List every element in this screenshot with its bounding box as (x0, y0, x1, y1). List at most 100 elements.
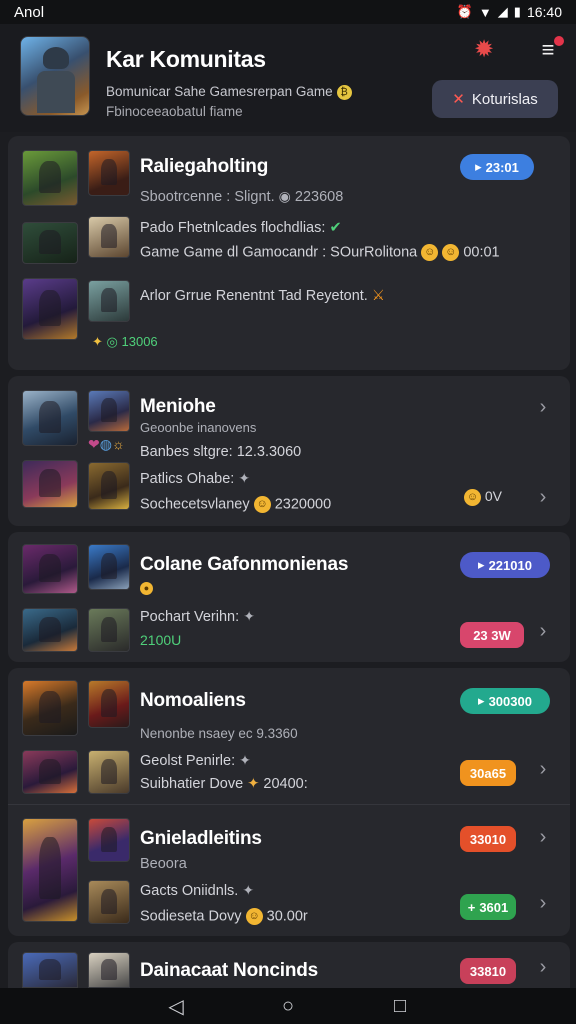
group-line: Geolst Penirle: ✦ (140, 752, 251, 769)
group-card-5[interactable]: Dainacaat Noncinds 33810 › (8, 942, 570, 988)
carrier-label: Anol (14, 3, 45, 21)
header-subtitle: Bomunicar Sahe Gamesrerpan Game ₿ (106, 84, 352, 100)
group-card-4[interactable]: Nomoaliens ▸ 300300 Nenonbe nsaey ec 9.33… (8, 668, 570, 936)
group-line: Pochart Verihn: ✦ (140, 608, 255, 625)
status-pill: 33010 (460, 826, 516, 852)
game-thumbnail (22, 390, 78, 446)
chevron-right-icon[interactable]: › (536, 758, 550, 781)
crossed-swords-icon: ✕ (452, 91, 465, 108)
play-icon: ▸ (478, 693, 485, 708)
status-pill: 23 3W (460, 622, 524, 648)
status-pill: +3601 (460, 894, 516, 920)
game-thumbnail (88, 150, 130, 196)
group-line: Geoonbe inanovens (140, 420, 257, 435)
divider (8, 804, 570, 805)
status-pill-label: 3601 (479, 899, 509, 915)
signal-icon: ◢ (497, 4, 508, 19)
swords-icon: ⚔ (371, 288, 385, 304)
group-title: Nomoaliens (140, 690, 246, 711)
star-icon: ✦ (247, 776, 260, 792)
group-line: Sbootrcenne : Slignt. ◉ 223608 (140, 188, 343, 205)
plus-icon: + (467, 899, 476, 915)
group-line: Sochecetsvlaney ☺ 2320000 (140, 496, 331, 513)
member-count: 30.00r (266, 908, 308, 925)
group-line: Nenonbe nsaey ec 9.3360 (140, 726, 298, 741)
coin-icon: ● (140, 582, 153, 596)
play-icon: ▸ (475, 159, 482, 174)
member-count: 2320000 (274, 496, 332, 513)
recents-icon[interactable]: □ (385, 995, 415, 1018)
community-avatar[interactable] (20, 36, 90, 116)
smile-emoji-icon: ☺ (464, 488, 481, 506)
game-thumbnail (88, 216, 130, 258)
game-thumbnail (22, 544, 78, 594)
online-icon: ◎ (106, 334, 118, 349)
header-subtitle-text: Bomunicar Sahe Gamesrerpan Game (106, 84, 333, 99)
group-line-text: Suibhatier Dove (140, 776, 244, 792)
status-icons: ⏰ ▼ ◢ ▮ 16:40 (457, 4, 562, 20)
group-footer: ✦ ◎ 13006 (92, 334, 158, 350)
chevron-right-icon[interactable]: › (536, 486, 550, 509)
status-pill: 33810 (460, 958, 516, 984)
chevron-right-icon[interactable]: › (536, 892, 550, 915)
reaction-label: 0V (484, 488, 503, 504)
wifi-icon: ▼ (478, 4, 492, 20)
group-title: Gnieladleitins (140, 828, 262, 849)
chevron-right-icon[interactable]: › (536, 396, 550, 419)
group-title: Raliegaholting (140, 156, 269, 177)
group-line-text: Pado Fhetnlcades flochdlias: (140, 220, 326, 236)
chevron-right-icon[interactable]: › (536, 956, 550, 979)
play-icon: ▸ (478, 557, 485, 572)
member-count: 20400: (263, 776, 308, 792)
chevron-right-icon[interactable]: › (536, 826, 550, 849)
header-subtitle-2: Fbinoceeaobatul fiame (106, 104, 243, 119)
group-card-3[interactable]: Colane Gafonmonienas ▸ 221010 ● Pochart V… (8, 532, 570, 662)
battery-icon: ▮ (513, 4, 521, 19)
alarm-icon: ⏰ (456, 4, 473, 19)
status-bar: Anol ⏰ ▼ ◢ ▮ 16:40 (0, 0, 576, 24)
chevron-right-icon[interactable]: › (536, 620, 550, 643)
settings-gear-icon[interactable]: ✹ (470, 36, 498, 64)
time-badge-label: 23:01 (485, 159, 519, 175)
group-line: Beoora (140, 856, 187, 872)
group-title: Meniohe (140, 396, 216, 417)
game-thumbnail (22, 150, 78, 206)
group-line: Suibhatier Dove ✦ 20400: (140, 776, 308, 792)
group-line-text: Patlics Ohabe: (140, 471, 235, 487)
clock: 16:40 (526, 4, 562, 20)
people-icon: ◉ (278, 188, 291, 204)
status-pill: 30a65 (460, 760, 516, 786)
game-thumbnail (88, 280, 130, 322)
game-thumbnail (88, 462, 130, 510)
status-dot: ● (140, 580, 153, 598)
group-line: Sodieseta Dovy ☺ 30.00r (140, 908, 308, 925)
group-line: Arlor Grrue Renentnt Tad Reyetont. ⚔ (140, 288, 385, 304)
group-card-1[interactable]: Raliegaholting ▸ 23:01 Sbootrcenne : Slig… (8, 136, 570, 370)
sun-icon: ☼ (111, 436, 125, 452)
system-nav-bar: ◁ ○ □ (0, 988, 576, 1024)
game-thumbnail (88, 952, 130, 988)
group-line-text: Pochart Verihn: (140, 609, 240, 625)
game-thumbnail (88, 390, 130, 432)
group-line-text: Sbootrcenne : Slignt. (140, 189, 275, 205)
group-line-text: Gacts Oniidnls. (140, 883, 239, 899)
community-button-label: Koturislas (471, 90, 538, 108)
time-badge: ▸ 23:01 (460, 154, 534, 180)
time-badge: ▸ 221010 (460, 552, 550, 578)
menu-icon[interactable]: ≡ (534, 36, 564, 64)
game-thumbnail (88, 608, 130, 652)
back-icon[interactable]: ◁ (161, 994, 191, 1019)
smile-emoji-icon: ☺ (245, 908, 263, 925)
game-thumbnail (88, 818, 130, 862)
smile-emoji-icon: ☺ (442, 244, 460, 261)
smile-emoji-icon: ☺ (253, 496, 271, 513)
globe-icon: ◍ (99, 436, 112, 452)
group-card-2[interactable]: Meniohe › Geoonbe inanovens ❤◍☼ Banbes s… (8, 376, 570, 526)
group-line-text: Sochecetsvlaney (140, 496, 250, 513)
post-time: 00:01 (463, 244, 500, 261)
game-thumbnail (88, 544, 130, 590)
home-icon[interactable]: ○ (273, 995, 303, 1018)
group-line: Banbes sltgre: 12.3.3060 (140, 444, 302, 460)
check-icon: ✔ (329, 220, 342, 236)
community-button[interactable]: ✕ Koturislas (432, 80, 558, 118)
